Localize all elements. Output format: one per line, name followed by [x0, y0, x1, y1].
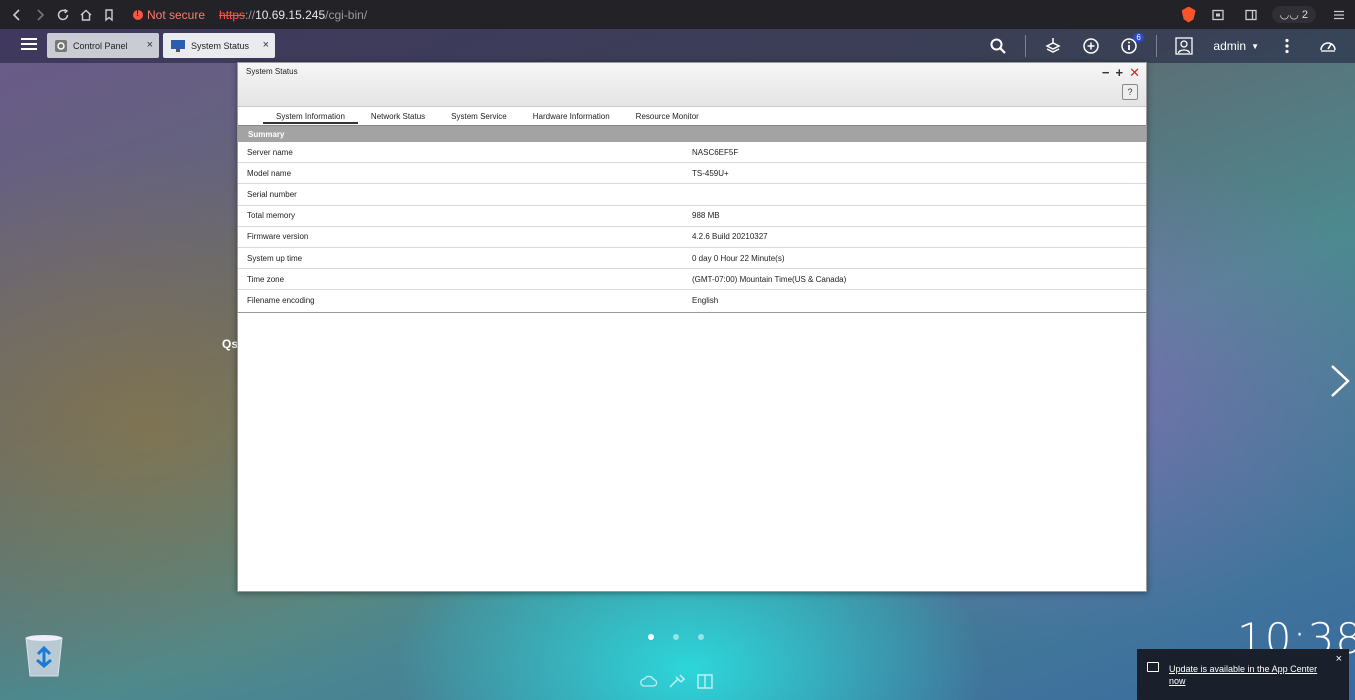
page-indicator [648, 634, 704, 640]
event-notification-icon[interactable]: 6 [1119, 33, 1144, 56]
close-icon[interactable]: × [1336, 653, 1342, 665]
page-dot-1[interactable] [648, 634, 654, 640]
row-label: Serial number [247, 189, 297, 199]
table-row: Serial number [238, 184, 1146, 206]
tab-system-service[interactable]: System Service [438, 107, 520, 125]
row-label: Server name [247, 147, 293, 157]
table-row: Time zone (GMT-07:00) Mountain Time(US &… [238, 269, 1146, 291]
divider [1025, 35, 1027, 57]
page-dot-2[interactable] [673, 634, 679, 640]
dashboard-icon[interactable] [1318, 36, 1338, 56]
url-text[interactable]: https://10.69.15.245/cgi-bin/ [219, 8, 367, 22]
page-dot-3[interactable] [698, 634, 704, 640]
message-icon [1147, 662, 1159, 672]
divider [1156, 35, 1158, 57]
browser-menu-icon[interactable] [1328, 4, 1349, 25]
back-icon[interactable] [6, 4, 27, 25]
maximize-icon[interactable]: + [1116, 65, 1124, 81]
extension-pill[interactable]: ◡◡ 2 [1271, 6, 1316, 23]
warning-icon [133, 8, 143, 20]
row-label: Time zone [247, 274, 285, 284]
external-device-icon[interactable] [1081, 36, 1101, 56]
table-row: System up time 0 day 0 Hour 22 Minute(s) [238, 248, 1146, 270]
row-value: 4.2.6 Build 20210327 [692, 232, 768, 242]
row-label: Filename encoding [247, 296, 315, 306]
help-button[interactable]: ? [1122, 84, 1138, 100]
window-title: System Status [246, 67, 298, 76]
minimize-icon[interactable]: − [1102, 65, 1110, 81]
table-row: Firmware version 4.2.6 Build 20210327 [238, 227, 1146, 248]
window-titlebar[interactable]: System Status − + ✕ ? [238, 63, 1146, 107]
gear-icon [55, 39, 67, 52]
tab-resource-monitor[interactable]: Resource Monitor [623, 107, 712, 125]
browser-toolbar: Not secure https://10.69.15.245/cgi-bin/… [0, 0, 1355, 29]
background-tasks-icon[interactable] [1043, 36, 1063, 56]
row-label: Firmware version [247, 232, 309, 242]
tab-system-information[interactable]: System Information [263, 107, 358, 125]
sidebar-icon[interactable] [1241, 4, 1262, 25]
url-separator: :// [245, 7, 256, 22]
table-row: Model name TS-459U+ [238, 163, 1146, 185]
url-scheme: https [219, 7, 246, 22]
user-menu[interactable]: admin ▼ [1213, 39, 1259, 53]
url-path: /cgi-bin/ [325, 7, 368, 22]
section-header: Summary [238, 125, 1146, 142]
close-icon[interactable]: × [263, 39, 269, 51]
tab-label: System Status [191, 40, 250, 51]
extension-count: 2 [1301, 9, 1308, 21]
caret-down-icon: ▼ [1251, 41, 1259, 51]
tab-label: Control Panel [73, 40, 128, 51]
recycle-bin-icon[interactable] [22, 634, 66, 678]
book-icon[interactable] [696, 673, 714, 689]
tab-hardware-information[interactable]: Hardware Information [520, 107, 623, 125]
row-value: NASC6EF5F [692, 147, 739, 157]
row-label: Model name [247, 168, 292, 178]
row-label: Total memory [247, 211, 296, 221]
close-icon[interactable]: × [147, 39, 153, 51]
main-menu-icon[interactable] [21, 38, 37, 51]
username: admin [1213, 39, 1247, 53]
table-row: Total memory 988 MB [238, 206, 1146, 227]
row-value: English [692, 296, 719, 306]
tab-bar: System Information Network Status System… [238, 107, 1146, 125]
monitor-icon [171, 39, 185, 52]
row-label: System up time [247, 253, 303, 263]
system-status-window: System Status − + ✕ ? System Information… [237, 62, 1147, 592]
qts-taskbar: Control Panel × System Status × 6 admin … [0, 29, 1355, 63]
tab-system-status[interactable]: System Status × [163, 33, 275, 58]
row-value: 988 MB [692, 211, 720, 221]
table-row: Server name NASC6EF5F [238, 142, 1146, 164]
cloud-icon[interactable] [640, 673, 658, 689]
row-value: (GMT-07:00) Mountain Time(US & Canada) [692, 274, 847, 284]
info-table: Server name NASC6EF5F Model name TS-459U… [238, 142, 1146, 313]
glasses-icon: ◡◡ [1279, 9, 1299, 21]
notification-count: 6 [1133, 33, 1144, 42]
address-bar[interactable]: Not secure https://10.69.15.245/cgi-bin/ [127, 3, 1217, 26]
close-window-icon[interactable]: ✕ [1129, 65, 1140, 81]
qts-desktop: Control Panel × System Status × 6 admin … [0, 29, 1355, 700]
table-row: Filename encoding English [238, 290, 1146, 311]
not-secure-label: Not secure [147, 7, 206, 22]
search-icon[interactable] [988, 36, 1008, 56]
notification-link[interactable]: Update is available in the App Center no… [1169, 663, 1319, 687]
brave-shield-icon[interactable] [1181, 6, 1196, 23]
bottom-dock [640, 673, 714, 689]
reload-icon[interactable] [52, 4, 73, 25]
tab-network-status[interactable]: Network Status [358, 107, 438, 125]
screenshot-icon[interactable] [1208, 4, 1229, 25]
tools-icon[interactable] [668, 673, 686, 689]
next-page-arrow-icon[interactable] [1328, 364, 1352, 398]
url-host: 10.69.15.245 [255, 7, 326, 22]
home-icon[interactable] [75, 4, 96, 25]
row-value: 0 day 0 Hour 22 Minute(s) [692, 253, 785, 263]
bookmark-icon[interactable] [98, 4, 119, 25]
security-indicator[interactable]: Not secure [133, 8, 205, 22]
more-options-icon[interactable] [1277, 36, 1297, 56]
forward-icon[interactable] [29, 4, 50, 25]
tab-control-panel[interactable]: Control Panel × [47, 33, 159, 58]
user-avatar-icon[interactable] [1174, 36, 1194, 56]
row-value: TS-459U+ [692, 168, 729, 178]
update-notification: Update is available in the App Center no… [1137, 649, 1349, 700]
